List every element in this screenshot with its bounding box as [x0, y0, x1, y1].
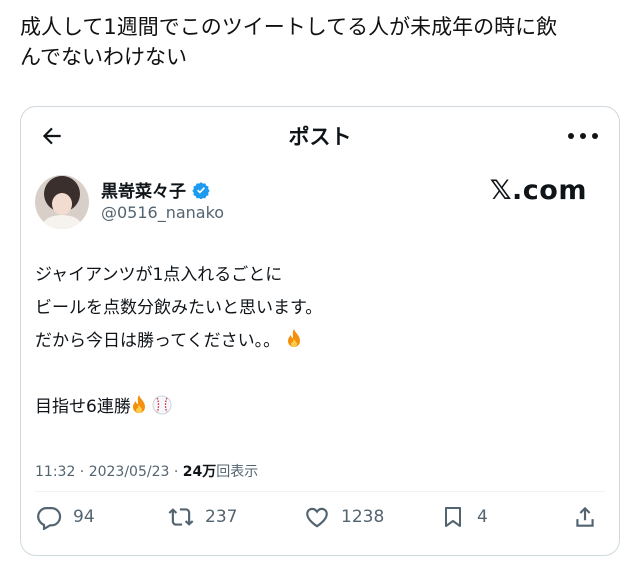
tweet-line-1: ジャイアンツが1点入れるごとに [35, 265, 283, 285]
view-label: 回表示 [216, 464, 259, 480]
reply-count: 94 [73, 507, 95, 527]
avatar-body [43, 215, 81, 229]
bookmark-count: 4 [477, 507, 488, 527]
bookmark-icon [439, 503, 467, 531]
tweet-line-3-text: だから今日は勝ってください。。 [35, 331, 281, 351]
caption-line-1: 成人して1週間でこのツイートしてる人が未成年の時に飲 [20, 15, 558, 39]
share-button[interactable] [571, 503, 599, 531]
divider [35, 491, 605, 492]
caption-line-2: んでないわけない [20, 45, 187, 69]
tweet-line-5: 目指せ6連勝 [35, 391, 605, 424]
verified-badge-icon [192, 181, 210, 199]
bookmark-button[interactable]: 4 [439, 503, 488, 531]
like-count: 1238 [341, 507, 385, 527]
tweet-text: ジャイアンツが1点入れるごとに ビールを点数分飲みたいと思います。 だから今日は… [35, 259, 605, 424]
fire-emoji-icon [287, 329, 300, 347]
like-button[interactable]: 1238 [303, 503, 384, 531]
tweet-line-2: ビールを点数分飲みたいと思います。 [35, 298, 323, 318]
heart-icon [303, 503, 331, 531]
post-header: ポスト [21, 107, 619, 165]
caption: 成人して1週間でこのツイートしてる人が未成年の時に飲 んでないわけない [20, 12, 630, 72]
fire-emoji-icon [132, 395, 145, 413]
more-button[interactable] [563, 121, 603, 151]
baseball-emoji-icon [152, 395, 172, 415]
reply-button[interactable]: 94 [35, 503, 95, 531]
action-bar: 94 237 1238 4 [21, 503, 619, 533]
x-com-logo: 𝕏.com [489, 175, 587, 206]
avatar-face [52, 193, 72, 215]
more-icon [568, 133, 598, 139]
author-name-row[interactable]: 黒嵜菜々子 [101, 177, 210, 202]
post-timestamp[interactable]: 11:32 · 2023/05/23 · [35, 464, 183, 480]
repost-icon [167, 503, 195, 531]
author-name[interactable]: 黒嵜菜々子 [101, 177, 186, 202]
page-title: ポスト [288, 125, 352, 149]
tweet-line-3: だから今日は勝ってください。。 [35, 325, 605, 358]
tweet-line-5-text: 目指せ6連勝 [35, 397, 131, 417]
reply-icon [35, 503, 63, 531]
author-handle[interactable]: @0516_nanako [101, 203, 224, 222]
post-metadata: 11:32 · 2023/05/23 · 24万回表示 [35, 461, 258, 481]
avatar[interactable] [35, 175, 89, 229]
embedded-post-card[interactable]: ポスト 黒嵜菜々子 @0516_nanako 𝕏.com ジャイアンツが1点入れ… [20, 106, 620, 556]
share-icon [571, 503, 599, 531]
repost-count: 237 [205, 507, 238, 527]
view-count: 24万 [182, 464, 217, 480]
repost-button[interactable]: 237 [167, 503, 237, 531]
